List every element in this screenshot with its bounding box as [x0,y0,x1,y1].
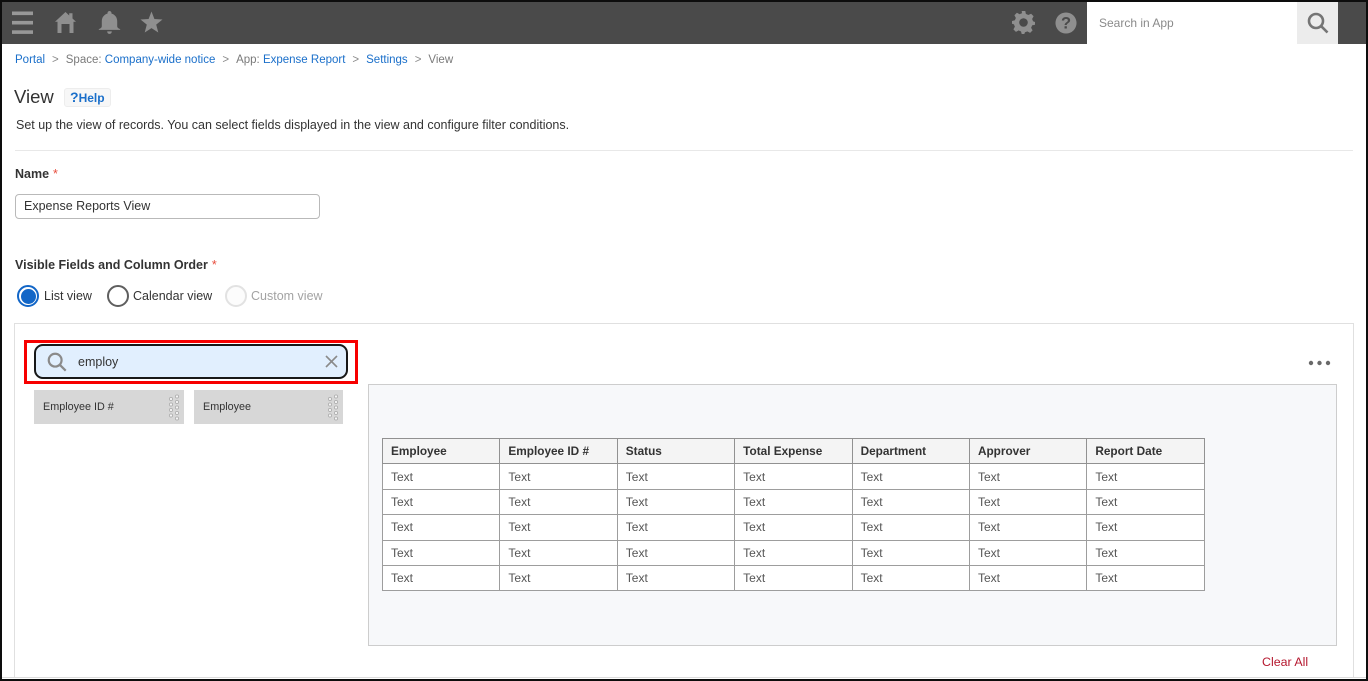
svg-text:?: ? [1061,15,1071,33]
